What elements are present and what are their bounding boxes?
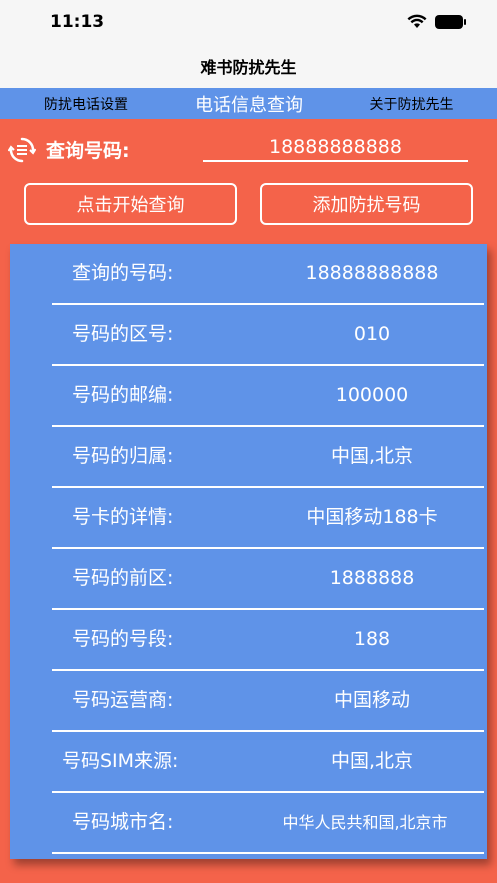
result-row-prefix: 号码的前区: 1888888 — [52, 549, 484, 610]
tab-bar: 防扰电话设置 电话信息查询 关于防扰先生 — [0, 88, 497, 119]
battery-icon — [435, 14, 466, 29]
result-row-location: 号码的归属: 中国,北京 — [52, 427, 484, 488]
result-label: 号码的区号: — [72, 323, 174, 345]
result-label: 号码SIM来源: — [62, 750, 179, 772]
start-query-button[interactable]: 点击开始查询 — [24, 183, 237, 225]
status-bar: 11:13 — [0, 0, 497, 48]
result-value: 18888888888 — [305, 262, 439, 284]
result-row-sim-source: 号码SIM来源: 中国,北京 — [52, 732, 484, 793]
result-row-postal-code: 号码的邮编: 100000 — [52, 366, 484, 427]
wifi-icon — [407, 14, 427, 28]
navigation-bar: 难书防扰先生 — [0, 48, 497, 88]
refresh-list-icon[interactable] — [8, 136, 36, 164]
tab-about[interactable]: 关于防扰先生 — [326, 88, 497, 119]
result-label: 号码的号段: — [72, 628, 174, 650]
result-value: 中华人民共和国,北京市 — [282, 813, 448, 832]
result-panel: 查询的号码: 18888888888 号码的区号: 010 号码的邮编: 100… — [10, 244, 487, 859]
result-row-area-code: 号码的区号: 010 — [52, 305, 484, 366]
status-time: 11:13 — [50, 12, 105, 32]
result-label: 查询的号码: — [72, 262, 174, 284]
result-row-queried-number: 查询的号码: 18888888888 — [52, 244, 484, 305]
tab-phone-query[interactable]: 电话信息查询 — [172, 88, 326, 119]
page-title: 难书防扰先生 — [200, 58, 297, 77]
result-value: 188 — [353, 628, 391, 650]
result-value: 1888888 — [329, 567, 415, 589]
result-label: 号码的前区: — [72, 567, 174, 589]
query-row: 查询号码: — [0, 128, 497, 168]
result-label: 号码运营商: — [72, 689, 174, 711]
result-value: 中国,北京 — [330, 445, 414, 467]
query-number-label: 查询号码: — [46, 140, 130, 162]
result-value: 100000 — [335, 384, 409, 406]
status-icons — [407, 14, 466, 29]
result-value: 010 — [353, 323, 391, 345]
result-value: 中国移动 — [333, 689, 410, 711]
result-value: 中国,北京 — [330, 750, 414, 772]
result-value: 中国移动188卡 — [306, 506, 438, 528]
result-row-card-details: 号卡的详情: 中国移动188卡 — [52, 488, 484, 549]
result-row-segment: 号码的号段: 188 — [52, 610, 484, 671]
tab-block-settings[interactable]: 防扰电话设置 — [0, 88, 172, 119]
add-block-number-button[interactable]: 添加防扰号码 — [260, 183, 473, 225]
result-label: 号码的邮编: — [72, 384, 174, 406]
result-label: 号码城市名: — [72, 811, 174, 833]
result-label: 号卡的详情: — [72, 506, 174, 528]
result-row-carrier: 号码运营商: 中国移动 — [52, 671, 484, 732]
phone-number-input[interactable] — [203, 134, 468, 162]
result-row-city: 号码城市名: 中华人民共和国,北京市 — [52, 793, 484, 854]
result-label: 号码的归属: — [72, 445, 174, 467]
